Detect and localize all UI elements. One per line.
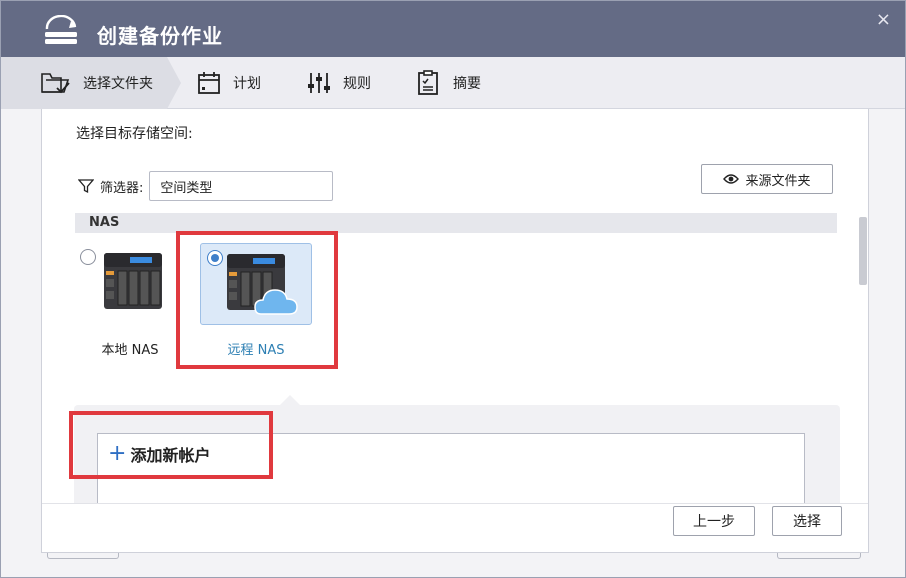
source-folder-label: 来源文件夹 (745, 173, 811, 189)
step-label: 计划 (233, 76, 261, 92)
sliders-icon (308, 73, 330, 93)
step-select-folder[interactable]: 选择文件夹 (41, 57, 153, 109)
filter-row: 筛选器: (78, 171, 334, 201)
scrollbar[interactable] (859, 217, 867, 285)
filter-icon (78, 179, 94, 194)
select-button[interactable]: 选择 (772, 506, 842, 536)
add-account-highlight (69, 411, 273, 479)
background-button-edge (777, 553, 861, 559)
background-button-edge (47, 553, 119, 559)
step-rules[interactable]: 规则 (307, 57, 371, 109)
close-icon[interactable]: × (876, 11, 891, 29)
filter-label: 筛选器: (100, 180, 144, 196)
folder-check-icon (41, 73, 70, 94)
local-nas-radio[interactable] (80, 249, 96, 265)
previous-button[interactable]: 上一步 (673, 506, 755, 536)
nas-section-header: NAS (75, 213, 837, 233)
popover-arrow (280, 395, 300, 405)
nas-device-icon (104, 253, 162, 309)
remote-nas-highlight (176, 231, 338, 369)
step-label: 规则 (343, 76, 371, 92)
eye-icon (723, 174, 740, 184)
clipboard-icon (418, 70, 438, 95)
window-title: 创建备份作业 (97, 24, 223, 48)
local-nas-label: 本地 NAS (101, 343, 159, 358)
backup-app-icon (45, 15, 77, 44)
step-label: 选择文件夹 (83, 76, 153, 92)
wizard-steps: 选择文件夹 计划 规则 摘要 (1, 57, 905, 109)
step-summary[interactable]: 摘要 (417, 57, 481, 109)
panel-subtitle: 选择目标存储空间: (76, 126, 193, 142)
step-schedule[interactable]: 计划 (197, 57, 261, 109)
source-folder-button[interactable]: 来源文件夹 (701, 164, 833, 194)
calendar-icon (198, 72, 220, 94)
title-bar: 创建备份作业 × (1, 1, 905, 57)
step-label: 摘要 (453, 76, 481, 92)
backup-job-window: 创建备份作业 × 选择文件夹 计划 规则 摘要 选择目标存储空间: 筛选器: 空… (0, 0, 906, 578)
destination-panel: 选择目标存储空间: 筛选器: 来源文件夹 NAS (41, 109, 869, 553)
filter-input[interactable] (149, 171, 334, 201)
